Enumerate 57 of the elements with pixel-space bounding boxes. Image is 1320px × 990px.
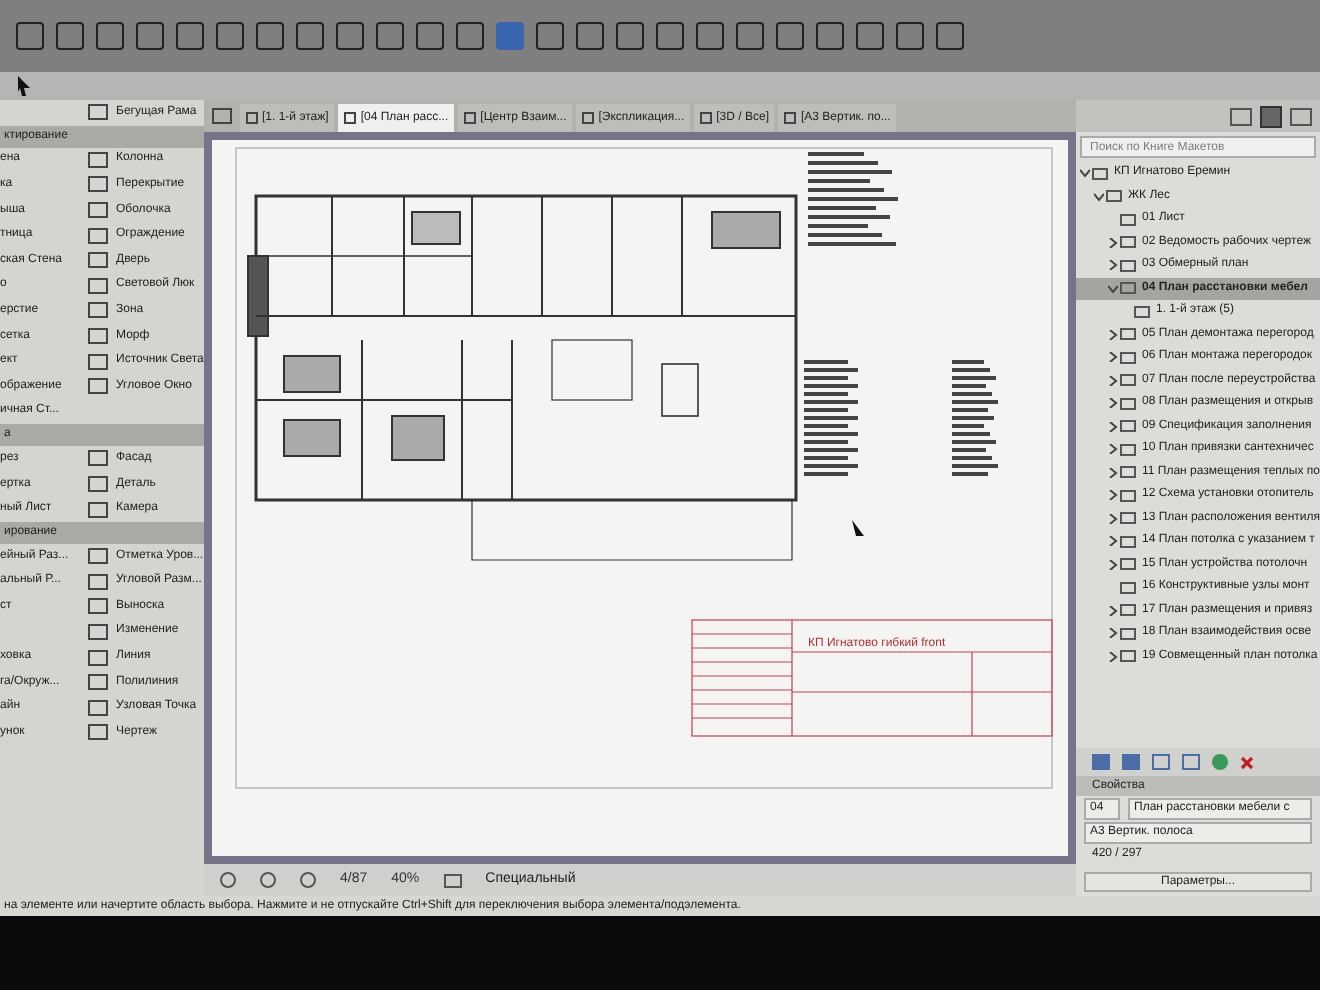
- toolbar-icon[interactable]: [536, 22, 564, 50]
- redo-view-icon[interactable]: [260, 872, 276, 888]
- caret-icon[interactable]: [1108, 628, 1118, 639]
- toolbar-icon[interactable]: [816, 22, 844, 50]
- caret-icon[interactable]: [1080, 168, 1090, 179]
- cursor-icon: [852, 520, 864, 536]
- refresh-icon[interactable]: [1212, 754, 1228, 770]
- toolbar-icon[interactable]: [56, 22, 84, 50]
- caret-icon[interactable]: [1108, 444, 1118, 455]
- toolbar-icon[interactable]: [416, 22, 444, 50]
- toolbar-icon[interactable]: [296, 22, 324, 50]
- caret-icon[interactable]: [1108, 237, 1118, 248]
- grid-icon[interactable]: [1182, 754, 1200, 770]
- caret-icon[interactable]: [1108, 398, 1118, 409]
- toolbar-icon[interactable]: [896, 22, 924, 50]
- caret-icon[interactable]: [1108, 467, 1118, 478]
- toolbar-icon[interactable]: [216, 22, 244, 50]
- tool-icon: [88, 104, 108, 121]
- toolbar-icon[interactable]: [616, 22, 644, 50]
- toolbar-icon[interactable]: [336, 22, 364, 50]
- toolbar-icon[interactable]: [176, 22, 204, 50]
- toolbar-icon[interactable]: [376, 22, 404, 50]
- caret-icon[interactable]: [1108, 421, 1118, 432]
- zoom-icon[interactable]: [300, 872, 316, 888]
- toolbar-icon[interactable]: [16, 22, 44, 50]
- caret-icon[interactable]: [1108, 283, 1118, 294]
- caret-icon[interactable]: [1108, 490, 1118, 501]
- caret-icon[interactable]: [1108, 605, 1118, 616]
- arrow-icon[interactable]: [16, 76, 32, 96]
- toolbar-icon[interactable]: [96, 22, 124, 50]
- toolbar-icon[interactable]: [856, 22, 884, 50]
- toolbar-icon[interactable]: [576, 22, 604, 50]
- caret-icon[interactable]: [1108, 651, 1118, 662]
- delete-icon[interactable]: [1240, 755, 1254, 769]
- caret-icon[interactable]: [1108, 329, 1118, 340]
- layer-icon[interactable]: [443, 873, 462, 887]
- toolbar-icon[interactable]: [696, 22, 724, 50]
- caret-icon[interactable]: [1108, 536, 1118, 547]
- caret-icon[interactable]: [1094, 191, 1104, 202]
- toolbar-icon[interactable]: [456, 22, 484, 50]
- toolbar-icon[interactable]: [136, 22, 164, 50]
- caret-icon[interactable]: [1108, 513, 1118, 524]
- view-map-icon[interactable]: [1230, 107, 1252, 125]
- undo-view-icon[interactable]: [220, 872, 236, 888]
- folder-icon[interactable]: [1152, 754, 1170, 770]
- toolbar-icon[interactable]: [656, 22, 684, 50]
- toolbar-icon[interactable]: [776, 22, 804, 50]
- toolbar-icon[interactable]: [736, 22, 764, 50]
- tab-list-icon[interactable]: [212, 108, 232, 124]
- caret-icon[interactable]: [1108, 375, 1118, 386]
- layout-book-icon[interactable]: [1260, 105, 1282, 127]
- caret-icon[interactable]: [1108, 352, 1118, 363]
- caret-icon[interactable]: [1108, 559, 1118, 570]
- caret-icon[interactable]: [1108, 260, 1118, 271]
- publisher-icon[interactable]: [1290, 107, 1312, 125]
- toolbar-icon[interactable]: [256, 22, 284, 50]
- toolbar-icon[interactable]: [936, 22, 964, 50]
